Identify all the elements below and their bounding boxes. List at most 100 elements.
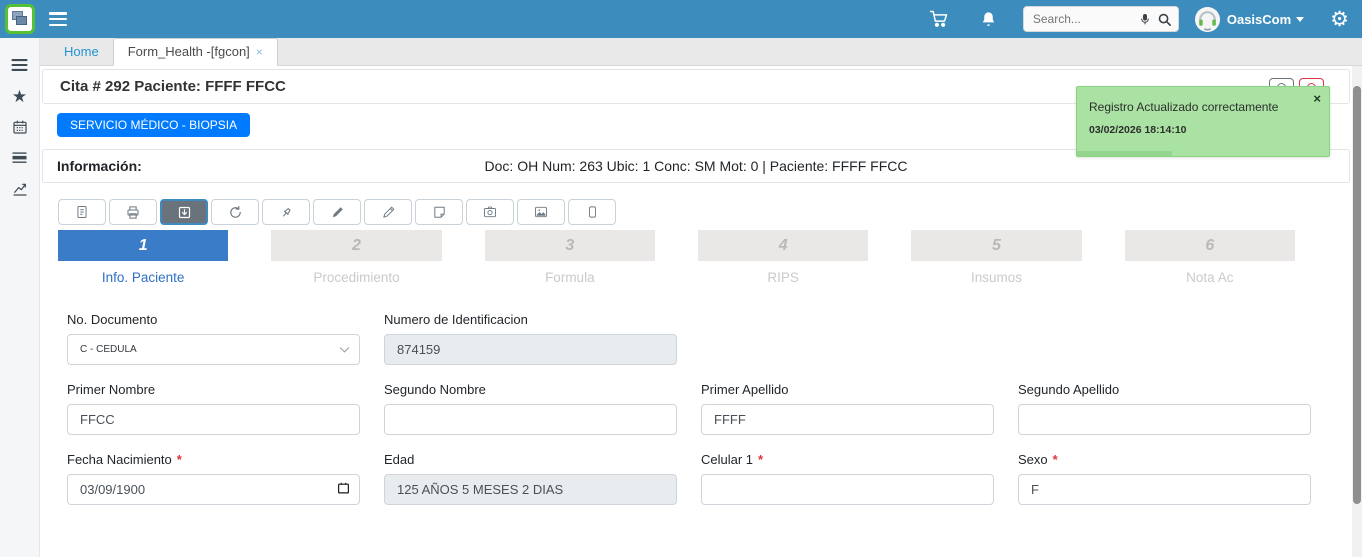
card-list-icon[interactable] [11, 149, 28, 167]
step-procedimiento[interactable]: 2 Procedimiento [271, 230, 441, 285]
step-formula[interactable]: 3 Formula [485, 230, 655, 285]
calendar-icon[interactable] [12, 118, 28, 136]
step-number: 1 [58, 230, 228, 261]
field-label: No. Documento [67, 312, 360, 327]
refresh-button[interactable] [211, 199, 259, 225]
field-edad: Edad [384, 452, 677, 505]
document-button[interactable] [58, 199, 106, 225]
chart-line-icon[interactable] [12, 180, 28, 198]
select-value: C - CEDULA [80, 344, 137, 355]
celular1-input[interactable] [701, 474, 994, 505]
field-segundo-nombre: Segundo Nombre [384, 382, 677, 435]
menu-lines-icon[interactable] [11, 56, 28, 74]
tab-form-health-label: Form_Health -[fgcon] [128, 44, 250, 59]
left-sidebar: ★ [0, 38, 40, 557]
user-menu[interactable]: OasisCom [1227, 12, 1291, 27]
primer-apellido-input[interactable] [701, 404, 994, 435]
step-label: Nota Ac [1125, 270, 1295, 285]
step-label: Formula [485, 270, 655, 285]
required-marker: * [758, 452, 763, 467]
image-button[interactable] [517, 199, 565, 225]
step-number: 5 [911, 230, 1081, 261]
step-rips[interactable]: 4 RIPS [698, 230, 868, 285]
gear-icon[interactable]: ⚙ [1330, 9, 1349, 30]
hamburger-icon[interactable] [49, 12, 67, 26]
record-toolbar [58, 199, 1352, 225]
field-identificacion: Numero de Identificacion [384, 312, 677, 365]
field-primer-apellido: Primer Apellido [701, 382, 994, 435]
chevron-down-icon [339, 346, 350, 354]
bell-icon[interactable] [980, 10, 997, 29]
caret-down-icon[interactable] [1296, 17, 1304, 22]
field-celular1: Celular 1* [701, 452, 994, 505]
field-label: Celular 1* [701, 452, 994, 467]
step-insumos[interactable]: 5 Insumos [911, 230, 1081, 285]
step-label: Procedimiento [271, 270, 441, 285]
segundo-nombre-input[interactable] [384, 404, 677, 435]
top-header: OasisCom ⚙ [0, 0, 1362, 38]
note-button[interactable] [415, 199, 463, 225]
identificacion-input [384, 334, 677, 365]
step-info-paciente[interactable]: 1 Info. Paciente [58, 230, 228, 285]
servicio-medico-button[interactable]: SERVICIO MÉDICO - BIOPSIA [57, 113, 250, 137]
field-label: Edad [384, 452, 677, 467]
mobile-button[interactable] [568, 199, 616, 225]
tab-form-health[interactable]: Form_Health -[fgcon] × [113, 38, 278, 66]
field-label: Fecha Nacimiento* [67, 452, 360, 467]
step-number: 3 [485, 230, 655, 261]
field-label: Segundo Nombre [384, 382, 677, 397]
success-toast: Registro Actualizado correctamente 03/02… [1076, 86, 1330, 157]
field-segundo-apellido: Segundo Apellido [1018, 382, 1311, 435]
search-icon[interactable] [1157, 12, 1172, 27]
patient-form: No. Documento C - CEDULA Numero de Ident… [67, 312, 1352, 505]
segundo-apellido-input[interactable] [1018, 404, 1311, 435]
cart-icon[interactable] [928, 9, 950, 29]
step-label: Info. Paciente [58, 270, 228, 285]
step-label: RIPS [698, 270, 868, 285]
field-primer-nombre: Primer Nombre [67, 382, 360, 435]
pen-button[interactable] [313, 199, 361, 225]
global-search [1023, 6, 1179, 32]
field-sexo: Sexo* [1018, 452, 1311, 505]
info-text: Doc: OH Num: 263 Ubic: 1 Conc: SM Mot: 0… [43, 158, 1349, 174]
toast-close-icon[interactable]: × [1313, 91, 1321, 106]
app-screen: OasisCom ⚙ Home Form_Health -[fgcon]× ★ … [0, 0, 1362, 557]
step-number: 4 [698, 230, 868, 261]
scrollbar-thumb[interactable] [1353, 86, 1361, 504]
camera-button[interactable] [466, 199, 514, 225]
toast-timestamp: 03/02/2026 18:14:10 [1077, 114, 1329, 136]
tab-strip: Home Form_Health -[fgcon] × [40, 38, 1362, 66]
step-label: Insumos [911, 270, 1081, 285]
field-label: Primer Nombre [67, 382, 360, 397]
sexo-input[interactable] [1018, 474, 1311, 505]
pencil-button[interactable] [364, 199, 412, 225]
star-icon[interactable]: ★ [12, 87, 27, 105]
toast-message: Registro Actualizado correctamente [1077, 87, 1329, 114]
field-label: Numero de Identificacion [384, 312, 677, 327]
step-number: 2 [271, 230, 441, 261]
app-logo[interactable] [5, 4, 35, 34]
save-button[interactable] [160, 199, 208, 225]
step-number: 6 [1125, 230, 1295, 261]
required-marker: * [177, 452, 182, 467]
toast-progress [1077, 151, 1172, 156]
field-fecha-nacimiento: Fecha Nacimiento* [67, 452, 360, 505]
field-no-documento: No. Documento C - CEDULA [67, 312, 360, 365]
tab-home[interactable]: Home [50, 39, 113, 65]
tab-close-icon[interactable]: × [256, 45, 263, 59]
step-nota-ac[interactable]: 6 Nota Ac [1125, 230, 1295, 285]
microphone-icon[interactable] [1139, 12, 1151, 27]
field-label: Segundo Apellido [1018, 382, 1311, 397]
primer-nombre-input[interactable] [67, 404, 360, 435]
fecha-nacimiento-input[interactable] [67, 474, 360, 505]
page-title: Cita # 292 Paciente: FFFF FFCC [43, 78, 286, 95]
headset-avatar[interactable] [1195, 7, 1220, 32]
documento-tipo-select[interactable]: C - CEDULA [67, 334, 360, 365]
search-input[interactable] [1024, 12, 1139, 26]
required-marker: * [1053, 452, 1058, 467]
pin-button[interactable] [262, 199, 310, 225]
printer-button[interactable] [109, 199, 157, 225]
field-label: Sexo* [1018, 452, 1311, 467]
vertical-scrollbar [1352, 66, 1362, 557]
step-tabs: 1 Info. Paciente 2 Procedimiento 3 Formu… [58, 230, 1295, 285]
